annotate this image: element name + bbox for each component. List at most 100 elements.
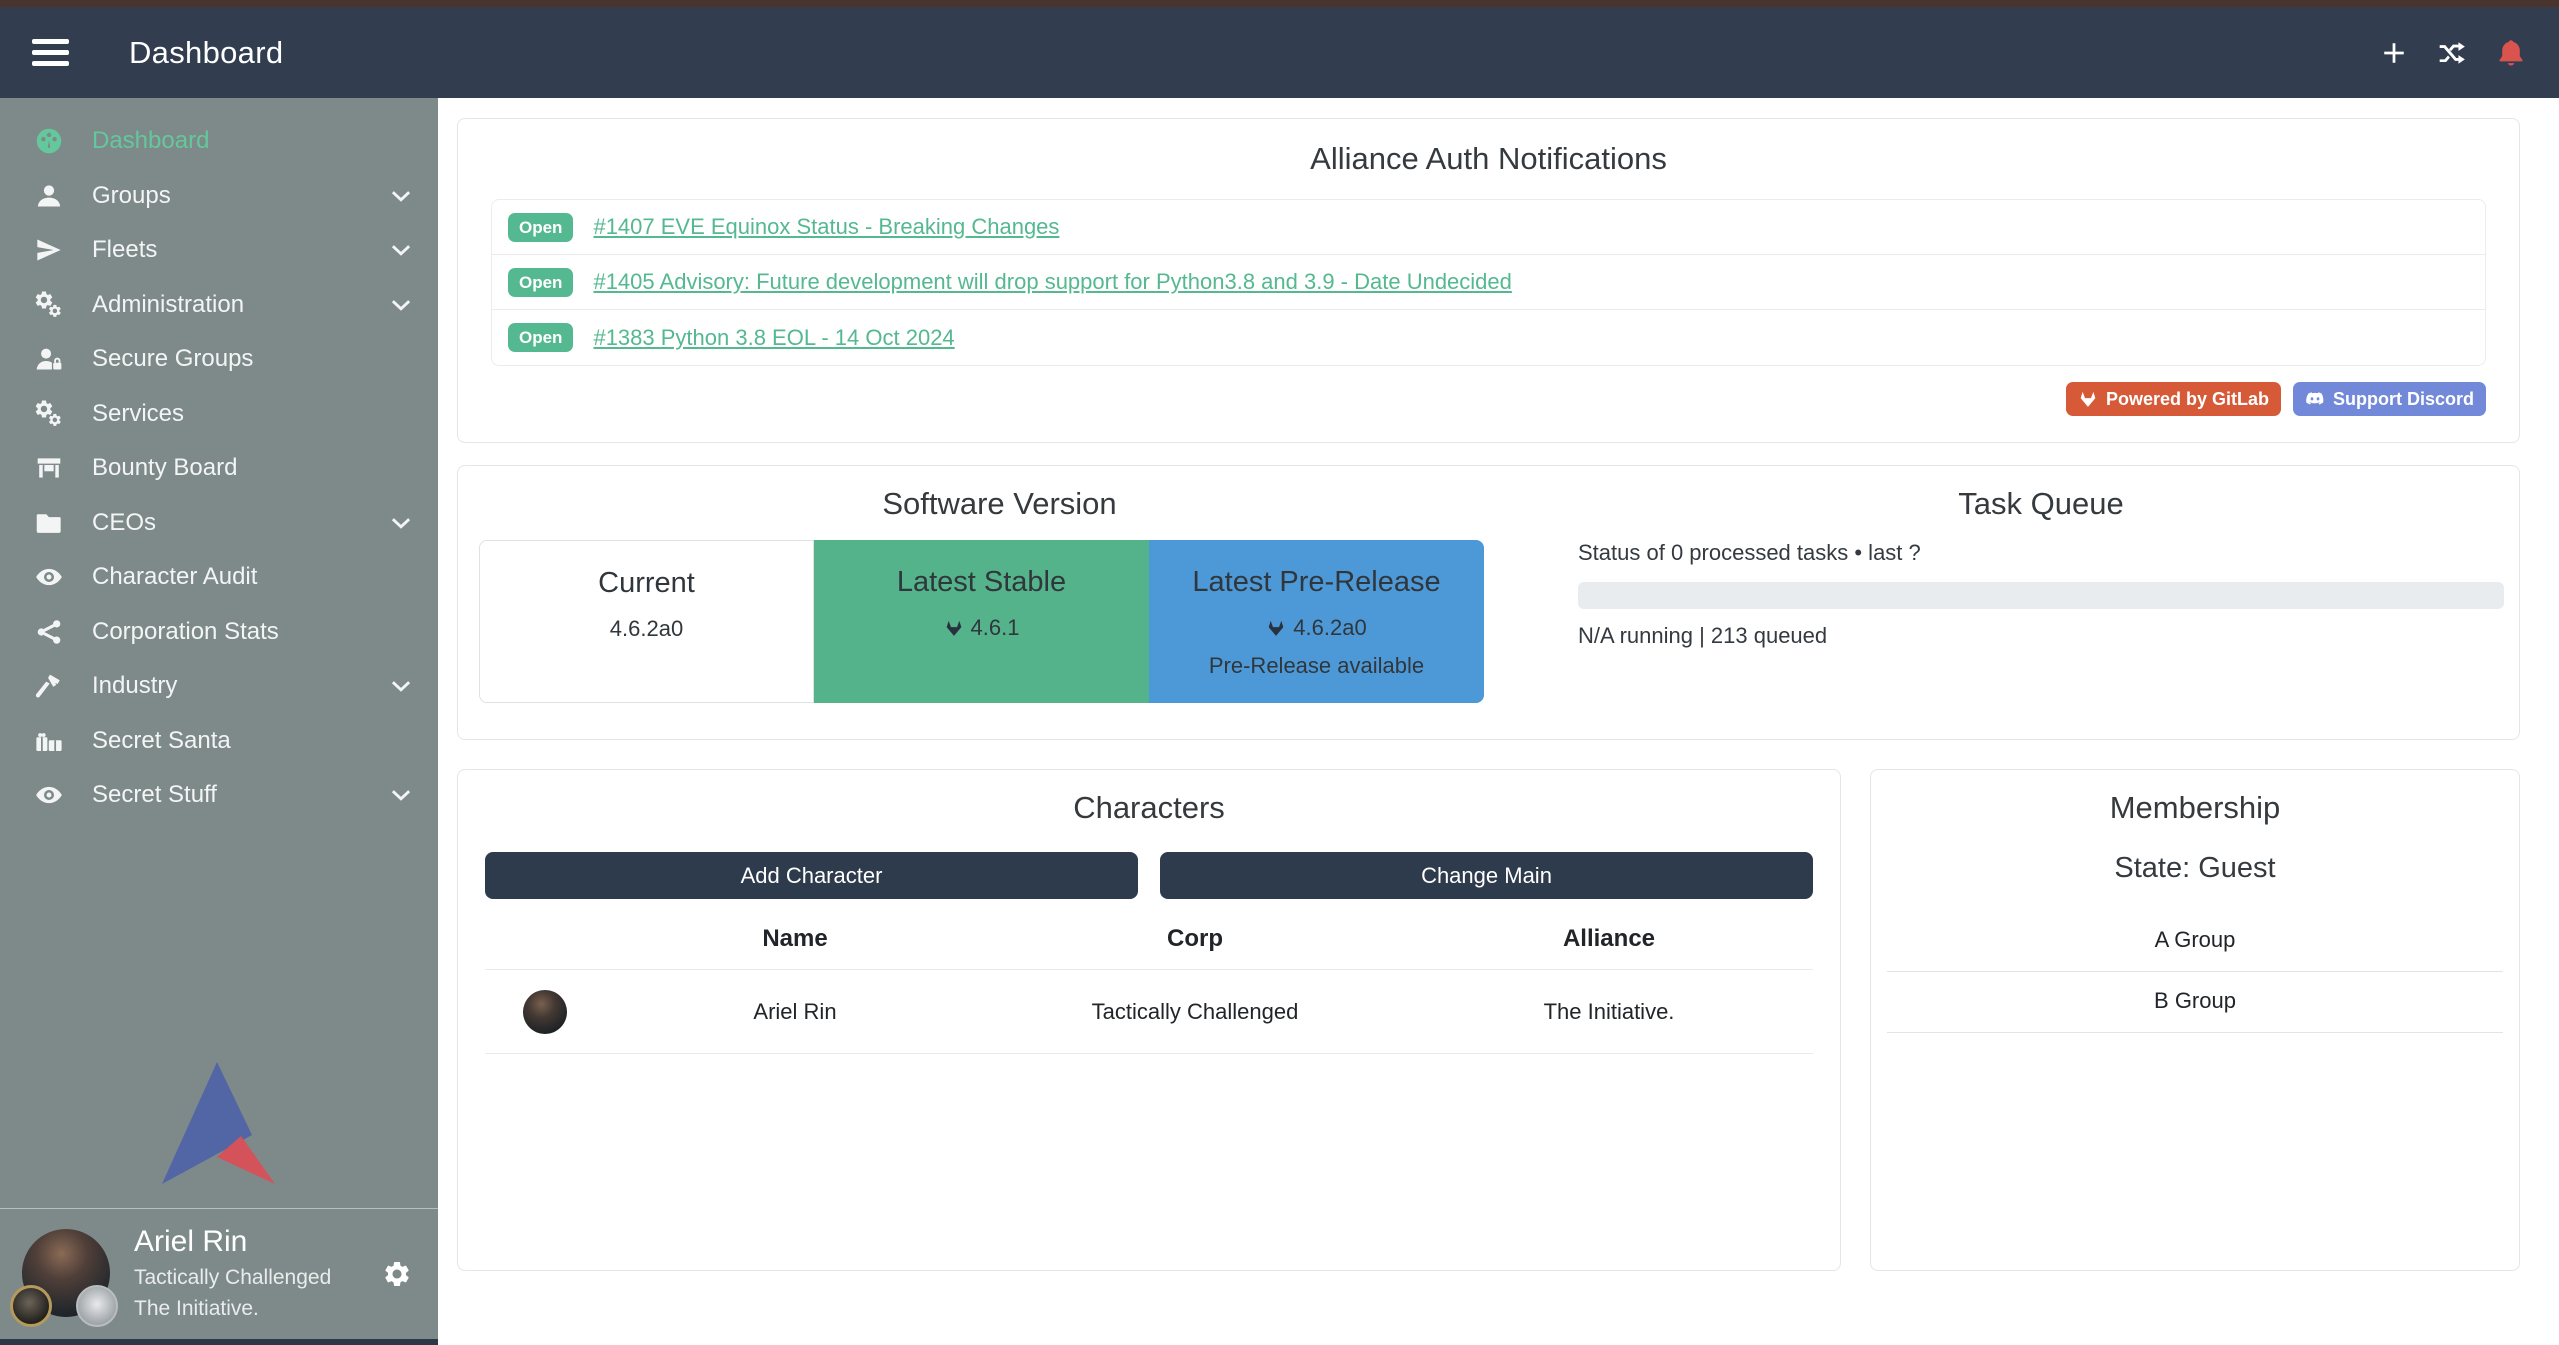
status-badge: Open	[508, 268, 573, 297]
user-name: Ariel Rin	[134, 1225, 331, 1260]
current-version: 4.6.2a0	[610, 616, 683, 642]
sidebar-item-label: Industry	[92, 672, 177, 700]
character-row: Ariel Rin Tactically Challenged The Init…	[485, 970, 1813, 1054]
task-queue-progress-bar	[1578, 582, 2504, 609]
alliance-auth-logo	[0, 1062, 438, 1208]
sidebar-item-industry[interactable]: Industry	[0, 659, 438, 714]
characters-panel: Characters Add Character Change Main Nam…	[457, 769, 1841, 1271]
prerelease-note: Pre-Release available	[1149, 653, 1484, 679]
sidebar-item-label: Fleets	[92, 236, 157, 264]
sidebar: Dashboard Groups Fleets Administration S…	[0, 98, 438, 1345]
membership-group-row: B Group	[1887, 972, 2503, 1033]
gears-icon	[30, 398, 68, 430]
plus-icon[interactable]	[2379, 38, 2409, 68]
sidebar-item-administration[interactable]: Administration	[0, 278, 438, 333]
main-content: Alliance Auth Notifications Open #1407 E…	[438, 98, 2559, 1345]
task-queue-counts: N/A running | 213 queued	[1578, 623, 2504, 649]
powered-by-gitlab-badge[interactable]: Powered by GitLab	[2066, 382, 2281, 416]
bell-icon[interactable]	[2495, 37, 2527, 69]
user-panel: Ariel Rin Tactically Challenged The Init…	[0, 1209, 438, 1340]
membership-title: Membership	[1887, 790, 2503, 826]
gitlab-icon	[1266, 618, 1286, 638]
user-alliance: The Initiative.	[134, 1297, 331, 1321]
character-portrait	[523, 990, 567, 1034]
store-icon	[30, 452, 68, 484]
sidebar-item-fleets[interactable]: Fleets	[0, 223, 438, 278]
column-header-corp: Corp	[985, 907, 1405, 970]
sidebar-item-label: Secret Santa	[92, 727, 231, 755]
user-corp: Tactically Challenged	[134, 1266, 331, 1290]
sidebar-item-dashboard[interactable]: Dashboard	[0, 114, 438, 169]
corp-logo-badge	[10, 1285, 52, 1327]
version-stable-cell: Latest Stable 4.6.1	[814, 540, 1149, 703]
navbar: Dashboard	[0, 7, 2559, 98]
column-header-name: Name	[605, 907, 985, 970]
notification-link[interactable]: #1383 Python 3.8 EOL - 14 Oct 2024	[593, 325, 954, 351]
eye-icon	[30, 561, 68, 593]
notification-link[interactable]: #1407 EVE Equinox Status - Breaking Chan…	[593, 214, 1059, 240]
sidebar-item-label: Secure Groups	[92, 345, 253, 373]
gauge-icon	[30, 125, 68, 157]
current-label: Current	[480, 567, 813, 600]
column-header-avatar	[485, 907, 605, 970]
sidebar-item-secret-santa[interactable]: Secret Santa	[0, 714, 438, 769]
shuffle-icon[interactable]	[2437, 38, 2467, 68]
task-queue-title: Task Queue	[1578, 486, 2504, 522]
notification-row: Open #1407 EVE Equinox Status - Breaking…	[492, 200, 2485, 255]
sidebar-item-character-audit[interactable]: Character Audit	[0, 550, 438, 605]
sidebar-item-groups[interactable]: Groups	[0, 169, 438, 224]
notification-row: Open #1405 Advisory: Future development …	[492, 255, 2485, 310]
notifications-list: Open #1407 EVE Equinox Status - Breaking…	[491, 199, 2486, 366]
character-alliance: The Initiative.	[1405, 970, 1813, 1054]
sidebar-bottom-strip	[0, 1339, 438, 1345]
notification-row: Open #1383 Python 3.8 EOL - 14 Oct 2024	[492, 310, 2485, 365]
support-discord-badge[interactable]: Support Discord	[2293, 382, 2486, 416]
chevron-down-icon	[388, 183, 414, 209]
page-title: Dashboard	[129, 35, 283, 71]
sidebar-menu: Dashboard Groups Fleets Administration S…	[0, 98, 438, 823]
notifications-title: Alliance Auth Notifications	[491, 141, 2486, 177]
prerelease-label: Latest Pre-Release	[1149, 566, 1484, 599]
column-header-alliance: Alliance	[1405, 907, 1813, 970]
sidebar-item-corporation-stats[interactable]: Corporation Stats	[0, 605, 438, 660]
characters-table: Name Corp Alliance Ariel Rin Tactically …	[485, 907, 1813, 1054]
sidebar-item-label: CEOs	[92, 509, 156, 537]
eye-icon	[30, 779, 68, 811]
prerelease-version: 4.6.2a0	[1293, 615, 1366, 641]
menu-toggle-icon[interactable]	[32, 39, 69, 66]
character-name: Ariel Rin	[605, 970, 985, 1054]
sidebar-item-secure-groups[interactable]: Secure Groups	[0, 332, 438, 387]
software-version-title: Software Version	[479, 486, 1520, 522]
sidebar-item-bounty-board[interactable]: Bounty Board	[0, 441, 438, 496]
add-character-button[interactable]: Add Character	[485, 852, 1138, 899]
version-current-cell: Current 4.6.2a0	[479, 540, 814, 703]
jet-icon	[30, 234, 68, 266]
window-top-strip	[0, 0, 2559, 7]
user-lock-icon	[30, 343, 68, 375]
membership-groups: A Group B Group	[1887, 911, 2503, 1033]
membership-panel: Membership State: Guest A Group B Group	[1870, 769, 2520, 1271]
character-corp: Tactically Challenged	[985, 970, 1405, 1054]
status-badge: Open	[508, 213, 573, 242]
version-prerelease-cell: Latest Pre-Release 4.6.2a0 Pre-Release a…	[1149, 540, 1484, 703]
sidebar-item-ceos[interactable]: CEOs	[0, 496, 438, 551]
notifications-panel: Alliance Auth Notifications Open #1407 E…	[457, 118, 2520, 443]
status-badge: Open	[508, 323, 573, 352]
membership-state: State: Guest	[1887, 852, 2503, 885]
notification-link[interactable]: #1405 Advisory: Future development will …	[593, 269, 1511, 295]
gitlab-icon	[944, 618, 964, 638]
user-icon	[30, 180, 68, 212]
chevron-down-icon	[388, 510, 414, 536]
gears-icon	[30, 289, 68, 321]
share-icon	[30, 616, 68, 648]
change-main-button[interactable]: Change Main	[1160, 852, 1813, 899]
stable-label: Latest Stable	[814, 566, 1149, 599]
discord-badge-label: Support Discord	[2333, 389, 2474, 410]
folder-icon	[30, 507, 68, 539]
sidebar-item-services[interactable]: Services	[0, 387, 438, 442]
stable-version: 4.6.1	[971, 615, 1020, 641]
sidebar-item-secret-stuff[interactable]: Secret Stuff	[0, 768, 438, 823]
gear-icon[interactable]	[382, 1259, 412, 1289]
sidebar-item-label: Administration	[92, 291, 244, 319]
sidebar-item-label: Corporation Stats	[92, 618, 279, 646]
